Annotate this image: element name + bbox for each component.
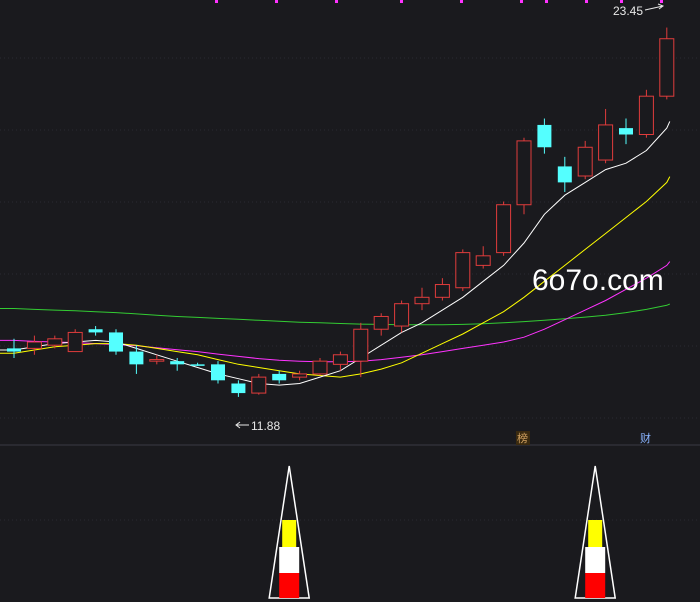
top-dot: [460, 0, 463, 3]
candle-body-down: [7, 348, 21, 352]
candle-body-down: [231, 383, 246, 394]
candle-body-up: [332, 354, 348, 365]
candle-body-up: [414, 296, 430, 305]
top-dot: [620, 0, 623, 3]
candle: [211, 361, 225, 384]
candle-body-up: [394, 303, 410, 327]
signal-bar-red: [585, 573, 606, 598]
top-dot: [520, 0, 523, 3]
signal-bar-yellow: [588, 520, 603, 547]
candle-body-down: [109, 332, 123, 352]
candle-body-down: [170, 361, 185, 365]
candle-body-down: [129, 351, 144, 365]
candle-body-down: [190, 364, 205, 366]
top-dot: [335, 0, 338, 3]
candle: [251, 373, 267, 395]
candle-body-up: [292, 373, 308, 378]
candle-body-down: [537, 124, 552, 148]
top-dot: [660, 0, 663, 3]
candle-body-up: [434, 284, 450, 298]
signal-bar-yellow: [282, 520, 297, 547]
top-dot: [545, 0, 548, 3]
candle-body-down: [211, 364, 225, 381]
candle: [516, 137, 532, 215]
high-price-label: 23.45: [613, 4, 643, 18]
badge-left: 榜: [517, 431, 528, 445]
candle-body-up: [455, 252, 471, 289]
candle-body-up: [496, 204, 512, 254]
top-dot: [400, 0, 403, 3]
candle-body-up: [475, 255, 491, 266]
candle-body-up: [638, 95, 654, 135]
candle: [638, 89, 654, 138]
candle-body-up: [373, 315, 389, 330]
signal-bar-white: [279, 547, 300, 573]
signal-bar-white: [585, 547, 606, 573]
chart-background: [0, 0, 700, 602]
candle-body-up: [659, 38, 675, 97]
candle-body-down: [619, 128, 633, 135]
low-price-label: 11.88: [251, 419, 280, 433]
candle-body-up: [251, 376, 267, 394]
candle-body-up: [516, 140, 532, 206]
candle-body-up: [312, 360, 328, 375]
candle-body-up: [47, 338, 63, 346]
candle-body-up: [67, 331, 83, 353]
candle: [109, 329, 123, 355]
top-dot: [215, 0, 218, 3]
candle: [496, 201, 512, 256]
candle: [455, 249, 471, 291]
candle-body-down: [272, 373, 287, 381]
candle-body-up: [26, 341, 42, 349]
candle: [659, 27, 675, 100]
candle-body-up: [353, 328, 369, 362]
candle-body-up: [598, 124, 614, 161]
candle-body-down: [557, 166, 572, 183]
signal-bar-red: [279, 573, 300, 598]
top-dot: [275, 0, 278, 3]
candle: [67, 329, 83, 353]
watermark: 6o7o.com: [532, 264, 664, 297]
candle-body-up: [577, 146, 593, 177]
candle-body-down: [88, 329, 103, 333]
badge-right: 财: [640, 431, 651, 445]
candle-body-up: [149, 359, 165, 362]
stock-chart: 6o7o.com 23.45 11.88 榜 财: [0, 0, 700, 602]
top-dot: [585, 0, 588, 3]
